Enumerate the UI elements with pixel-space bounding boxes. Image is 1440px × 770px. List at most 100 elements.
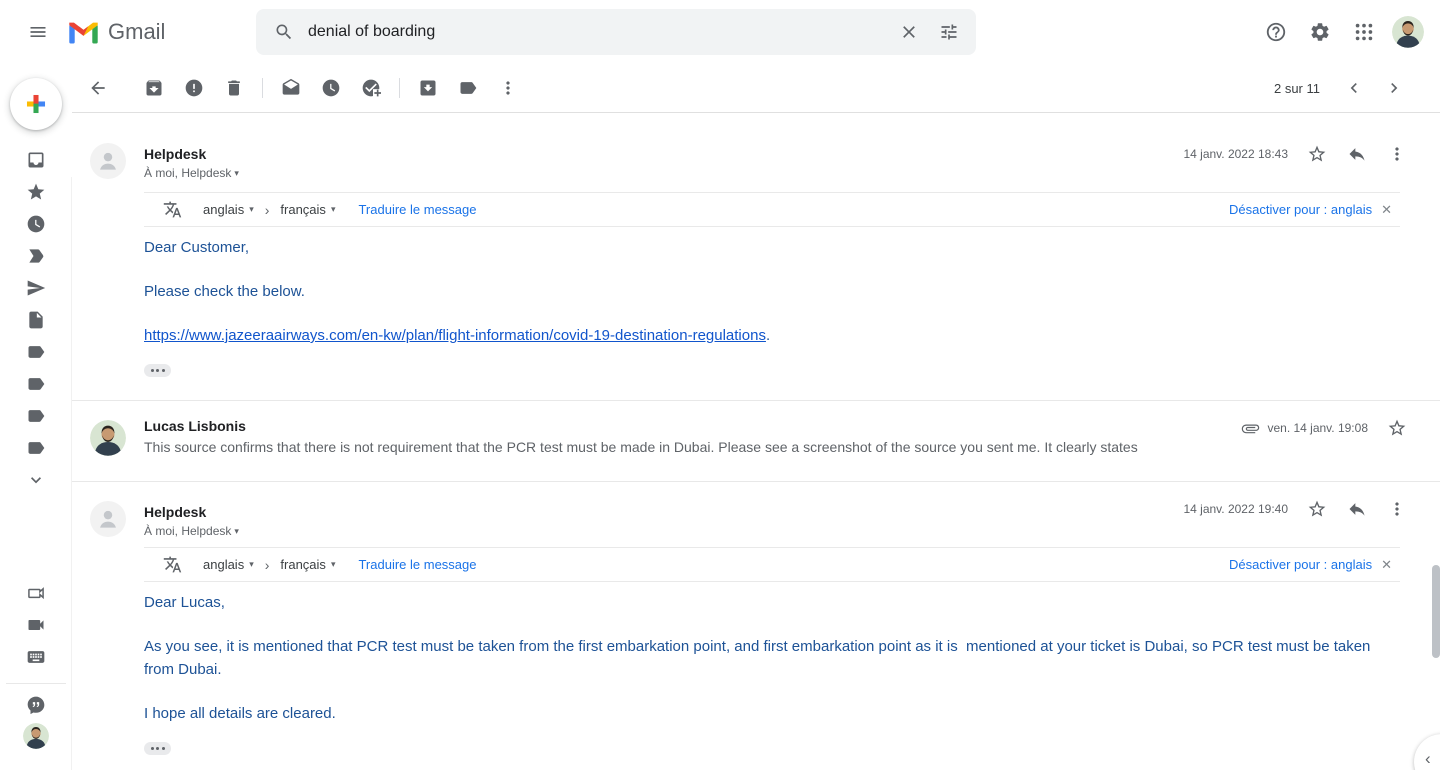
regulations-link[interactable]: https://www.jazeeraairways.com/en-kw/pla… [144,327,766,344]
message-date: ven. 14 janv. 19:08 [1267,421,1368,435]
translate-message-link[interactable]: Traduire le message [358,202,476,217]
translate-message-link[interactable]: Traduire le message [358,557,476,572]
sender-avatar[interactable] [90,143,126,179]
target-language-label: français [280,202,326,217]
add-to-tasks-button[interactable] [351,68,391,108]
translate-bar: anglais ▾ › français ▾ Traduire le messa… [144,192,1400,227]
account-avatar-button[interactable] [1388,12,1428,52]
search-button[interactable] [264,12,304,52]
search-options-button[interactable] [929,12,969,52]
translate-icon [163,555,182,574]
message-more-button[interactable] [1377,134,1417,174]
sender-name[interactable]: Helpdesk [144,504,239,520]
report-spam-button[interactable] [174,68,214,108]
sender-avatar[interactable] [90,420,126,456]
translate-button[interactable] [152,190,192,230]
close-icon[interactable]: ✕ [1381,202,1392,218]
sidebar-item-label-3[interactable] [14,400,58,432]
videocam-outline-icon [26,583,46,603]
translate-button[interactable] [152,545,192,585]
search-bar[interactable] [256,9,976,55]
new-meeting-button[interactable] [14,577,58,609]
inbox-icon [26,150,46,170]
body-paragraph: Dear Customer, [144,236,770,259]
compose-button[interactable] [10,78,62,130]
close-icon[interactable]: ✕ [1381,557,1392,573]
archive-button[interactable] [134,68,174,108]
target-language-dropdown[interactable]: français ▾ [280,202,335,217]
label-icon [26,374,46,394]
gmail-logo-text: Gmail [108,19,165,45]
star-message-button[interactable] [1377,408,1417,448]
draft-file-icon [26,310,46,330]
chevron-down-icon [26,470,46,490]
hangouts-button[interactable] [14,689,58,721]
newer-conversation-button[interactable] [1334,68,1374,108]
recipients-dropdown[interactable]: À moi, Helpdesk ▾ [144,524,239,538]
more-options-button[interactable] [488,68,528,108]
star-message-button[interactable] [1297,489,1337,529]
sender-avatar[interactable] [90,501,126,537]
target-language-label: français [280,557,326,572]
help-button[interactable] [1256,12,1296,52]
main-menu-button[interactable] [14,8,62,56]
move-to-button[interactable] [408,68,448,108]
sidebar-item-label-4[interactable] [14,432,58,464]
target-language-dropdown[interactable]: français ▾ [280,557,335,572]
body-paragraph: Dear Lucas, [144,591,1380,614]
reply-button[interactable] [1337,134,1377,174]
message-separator [72,481,1440,482]
star-message-button[interactable] [1297,134,1337,174]
apps-button[interactable] [1344,12,1384,52]
sidebar-item-inbox[interactable] [14,144,58,176]
search-input[interactable] [304,23,889,41]
sidebar-item-label-2[interactable] [14,368,58,400]
back-button[interactable] [78,68,118,108]
message-more-button[interactable] [1377,489,1417,529]
sidebar-more-button[interactable] [14,464,58,496]
scrollbar-thumb[interactable] [1432,565,1440,658]
sidebar-folders [0,144,72,496]
older-conversation-button[interactable] [1374,68,1414,108]
topbar: Gmail [0,0,1440,64]
join-meeting-button[interactable] [14,609,58,641]
settings-button[interactable] [1300,12,1340,52]
source-language-dropdown[interactable]: anglais ▾ [203,557,254,572]
source-language-dropdown[interactable]: anglais ▾ [203,202,254,217]
sidebar-item-sent[interactable] [14,272,58,304]
compose-plus-icon [23,91,49,117]
delete-button[interactable] [214,68,254,108]
label-icon [458,78,478,98]
recipients-dropdown[interactable]: À moi, Helpdesk ▾ [144,166,239,180]
snooze-button[interactable] [311,68,351,108]
mark-unread-button[interactable] [271,68,311,108]
enter-code-button[interactable] [14,641,58,673]
message-separator [72,400,1440,401]
reply-button[interactable] [1337,489,1377,529]
show-trimmed-content-button[interactable] [144,742,171,755]
clear-search-button[interactable] [889,12,929,52]
disable-translation-link[interactable]: Désactiver pour : anglais [1229,202,1372,217]
show-trimmed-content-button[interactable] [144,364,171,377]
message-1-body: Dear Customer, Please check the below. h… [144,236,770,379]
sidebar-item-important[interactable] [14,240,58,272]
disable-translation-link[interactable]: Désactiver pour : anglais [1229,557,1372,572]
hangouts-contact-avatar[interactable] [23,723,49,749]
clock-icon [321,78,341,98]
sender-name[interactable]: Helpdesk [144,146,239,162]
message-1-sender: Helpdesk À moi, Helpdesk ▾ [144,146,239,180]
videocam-icon [26,615,46,635]
labels-button[interactable] [448,68,488,108]
sidebar-item-drafts[interactable] [14,304,58,336]
sidebar-item-label-1[interactable] [14,336,58,368]
toolbar-divider [262,78,263,98]
archive-icon [144,78,164,98]
sidebar-divider [6,683,66,684]
sidebar-item-starred[interactable] [14,176,58,208]
back-arrow-icon [88,78,108,98]
source-language-label: anglais [203,557,244,572]
label-icon [26,406,46,426]
sidebar-item-snoozed[interactable] [14,208,58,240]
reply-arrow-icon [1347,144,1367,164]
gmail-logo[interactable]: Gmail [68,0,165,64]
